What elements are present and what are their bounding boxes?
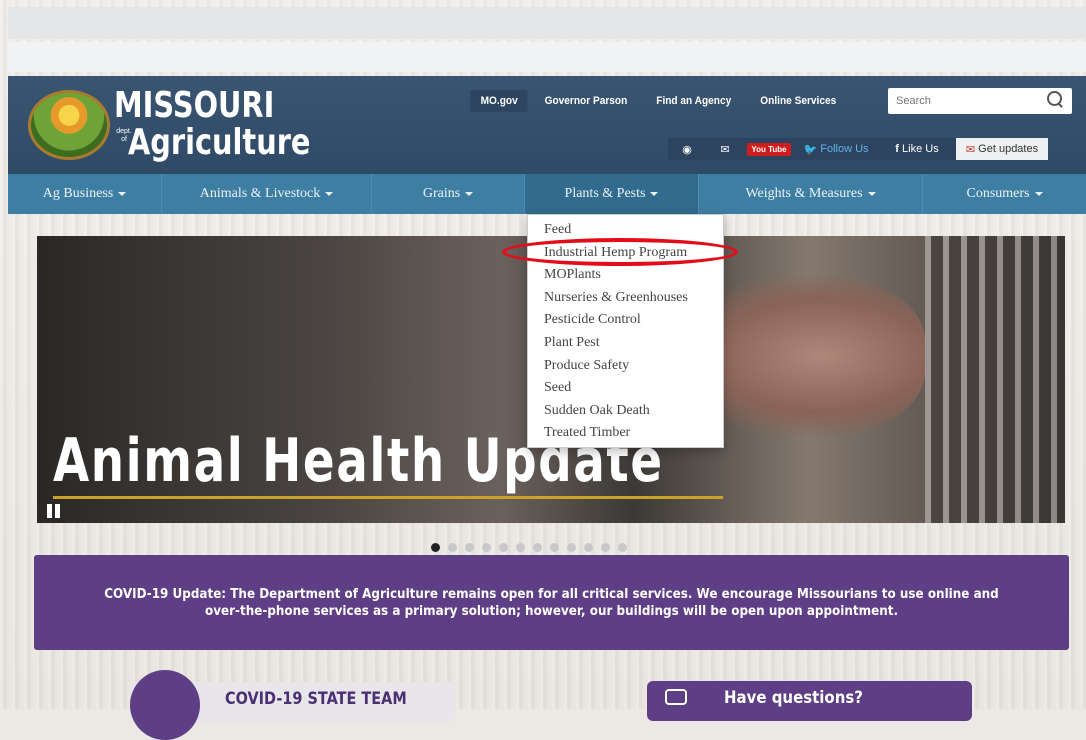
envelope-icon: ✉ [965, 143, 979, 156]
nav-weights-measures[interactable]: Weights & Measures [699, 174, 923, 214]
twitter-label: Follow Us [820, 143, 869, 155]
nav-label: Consumers [966, 186, 1030, 201]
chevron-down-icon [325, 192, 334, 196]
chevron-down-icon [1034, 192, 1043, 196]
chevron-down-icon [465, 192, 474, 196]
facebook-button[interactable]: f Like Us [878, 138, 956, 160]
browser-toolbar [8, 7, 1086, 39]
get-updates-label: Get updates [978, 143, 1039, 155]
email-icon[interactable]: ✉ [706, 138, 744, 160]
menu-item-moplants[interactable]: MOPlants [528, 264, 723, 287]
top-links: MO.gov Governor Parson Find an Agency On… [468, 90, 850, 112]
nav-grains[interactable]: Grains [372, 174, 525, 214]
carousel-dot[interactable] [431, 543, 440, 552]
carousel-dot[interactable] [448, 543, 457, 552]
carousel-dot[interactable] [618, 543, 627, 552]
logo-title: MISSOURI [114, 85, 275, 126]
nav-consumers[interactable]: Consumers [923, 174, 1086, 214]
facebook-label: Like Us [902, 143, 939, 155]
menu-item-seed[interactable]: Seed [528, 377, 723, 400]
nav-ag-business[interactable]: Ag Business [8, 174, 162, 214]
covid-notice: COVID-19 Update: The Department of Agric… [34, 555, 1069, 650]
menu-item-nurseries[interactable]: Nurseries & Greenhouses [528, 287, 723, 310]
search-box [888, 88, 1072, 114]
search-input[interactable] [894, 88, 1048, 114]
twitter-icon: 🐦 [803, 143, 821, 156]
menu-item-produce-safety[interactable]: Produce Safety [528, 355, 723, 378]
chevron-down-icon [118, 192, 127, 196]
nav-label: Weights & Measures [745, 186, 863, 201]
twitter-button[interactable]: 🐦 Follow Us [794, 138, 878, 160]
carousel-dot[interactable] [601, 543, 610, 552]
link-mo-gov[interactable]: MO.gov [470, 90, 528, 112]
logo-emblem-icon [28, 90, 110, 160]
link-governor[interactable]: Governor Parson [535, 90, 638, 112]
get-updates-button[interactable]: ✉ Get updates [956, 138, 1048, 160]
nav-label: Animals & Livestock [199, 186, 321, 201]
rss-icon[interactable]: ◉ [668, 138, 706, 160]
search-icon[interactable] [1047, 91, 1062, 106]
nav-plants-pests[interactable]: Plants & Pests [525, 174, 699, 214]
nav-label: Plants & Pests [564, 186, 646, 201]
carousel-dot[interactable] [516, 543, 525, 552]
link-find-agency[interactable]: Find an Agency [646, 90, 741, 112]
logo-subtitle: Agriculture [128, 122, 311, 163]
carousel-dots [431, 543, 627, 552]
youtube-icon: You Tube [747, 142, 791, 156]
covid-notice-text: COVID-19 Update: The Department of Agric… [104, 586, 999, 619]
nav-label: Ag Business [42, 186, 114, 201]
menu-item-treated-timber[interactable]: Treated Timber [528, 422, 723, 445]
menu-item-plant-pest[interactable]: Plant Pest [528, 332, 723, 355]
chat-icon [665, 689, 687, 705]
chevron-down-icon [650, 192, 659, 196]
carousel-dot[interactable] [465, 543, 474, 552]
menu-item-pesticide[interactable]: Pesticide Control [528, 309, 723, 332]
carousel-dot[interactable] [550, 543, 559, 552]
pause-icon[interactable] [47, 504, 61, 518]
carousel-dot[interactable] [584, 543, 593, 552]
youtube-button[interactable]: You Tube [744, 138, 794, 160]
menu-item-sudden-oak[interactable]: Sudden Oak Death [528, 400, 723, 423]
facebook-icon: f [895, 143, 903, 155]
carousel-dot[interactable] [482, 543, 491, 552]
main-nav: Ag Business Animals & Livestock Grains P… [8, 174, 1086, 214]
site-header: MISSOURI dept. of Agriculture MO.gov Gov… [8, 76, 1086, 174]
missouri-map-icon [130, 670, 200, 740]
chevron-down-icon [867, 192, 876, 196]
social-links: ◉ ✉ You Tube 🐦 Follow Us f Like Us ✉ Get… [668, 138, 1048, 160]
nav-label: Grains [422, 186, 461, 201]
carousel-dot[interactable] [499, 543, 508, 552]
highlight-annotation [502, 238, 738, 266]
have-questions-label: Have questions? [724, 688, 863, 708]
link-online-services[interactable]: Online Services [750, 90, 846, 112]
covid-state-team-label: COVID-19 STATE TEAM [225, 689, 407, 709]
nav-animals-livestock[interactable]: Animals & Livestock [162, 174, 372, 214]
banner-fence [925, 236, 1065, 523]
site-logo[interactable]: MISSOURI dept. of Agriculture [28, 82, 310, 168]
banner-underline [53, 496, 723, 499]
carousel-dot[interactable] [567, 543, 576, 552]
browser-bookmarks-bar [8, 42, 1086, 72]
carousel-dot[interactable] [533, 543, 542, 552]
